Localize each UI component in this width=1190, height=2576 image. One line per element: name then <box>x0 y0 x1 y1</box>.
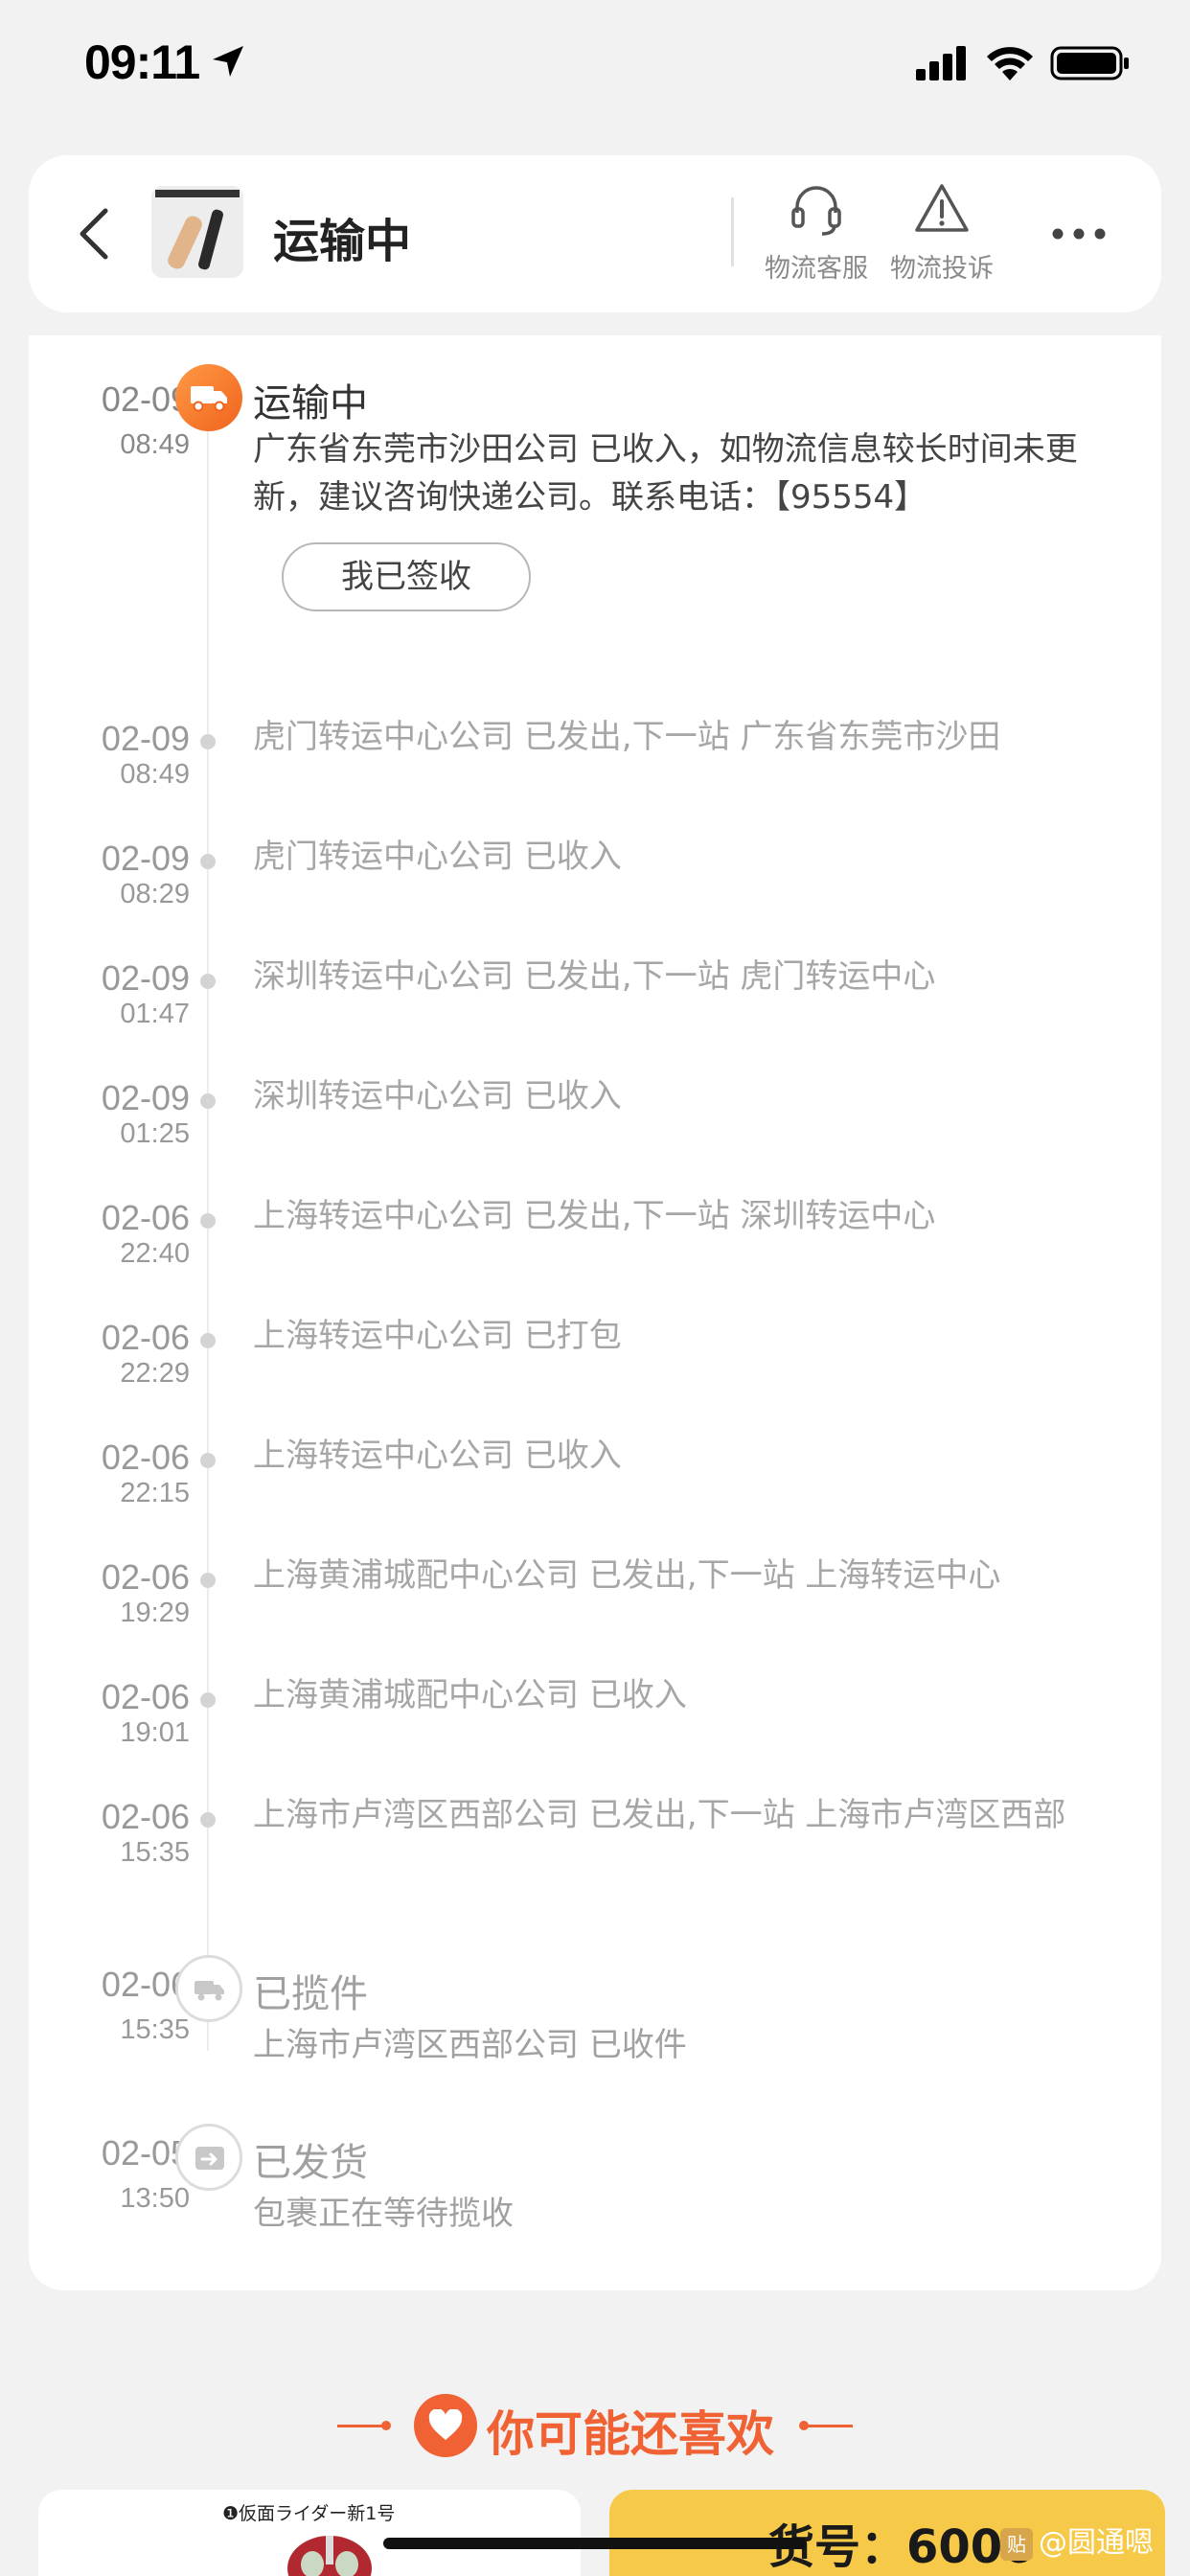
entry-time: 15:35 <box>120 1837 190 1868</box>
shipped-badge <box>175 2124 242 2191</box>
entry-text: 上海黄浦城配中心公司 已发出,下一站 上海转运中心 <box>253 1556 1001 1595</box>
status-time: 09:11 <box>84 35 200 89</box>
current-status-detail: 广东省东莞市沙田公司 已收入，如物流信息较长时间未更新，建议咨询快递公司。联系电… <box>253 430 1078 517</box>
recommendations-title: 你可能还喜欢 <box>487 2406 774 2462</box>
recommendations-header: 你可能还喜欢 <box>0 2382 1190 2469</box>
logistics-service-button[interactable]: 物流客服 <box>759 180 874 285</box>
watermark-badge: 贴 <box>1000 2527 1033 2561</box>
timeline-dot <box>200 1213 216 1229</box>
decor-dot-left <box>381 2421 391 2430</box>
entry-time: 15:35 <box>120 2014 190 2045</box>
entry-text: 上海市卢湾区西部公司 已发出,下一站 上海市卢湾区西部 <box>253 1796 1066 1834</box>
entry-time: 13:50 <box>120 2183 190 2214</box>
entry-text: 虎门转运中心公司 已收入 <box>253 838 622 876</box>
entry-time: 19:01 <box>120 1717 190 1748</box>
entry-time: 01:47 <box>120 999 190 1029</box>
entry-time: 22:40 <box>120 1238 190 1269</box>
entry-date: 02-06 <box>101 1557 190 1597</box>
entry-text: 上海转运中心公司 已收入 <box>253 1437 622 1475</box>
entry-time: 01:25 <box>120 1118 190 1149</box>
heart-badge <box>414 2394 477 2457</box>
entry-date: 02-09 <box>101 1078 190 1117</box>
logistics-complaint-button[interactable]: 物流投诉 <box>884 180 999 285</box>
milestone-desc: 包裹正在等待揽收 <box>253 2195 514 2233</box>
watermark-text: @圆通嗯 <box>1039 2526 1154 2560</box>
battery-icon <box>1050 46 1129 80</box>
entry-text: 上海黄浦城配中心公司 已收入 <box>253 1676 687 1714</box>
timeline-dot <box>200 1333 216 1348</box>
headset-icon <box>791 186 841 236</box>
entry-date: 02-06 <box>101 1318 190 1357</box>
entry-time: 08:49 <box>120 429 190 460</box>
entry-date: 02-09 <box>101 839 190 878</box>
product-thumbnail[interactable] <box>151 186 243 278</box>
timeline-dot <box>200 1812 216 1828</box>
timeline-dot <box>200 974 216 989</box>
logistics-timeline: 02-09 08:49 运输中 广东省东莞市沙田公司 已收入，如物流信息较长时间… <box>29 335 1161 2290</box>
entry-text: 虎门转运中心公司 已发出,下一站 广东省东莞市沙田 <box>253 718 1001 756</box>
package-out-icon <box>195 2147 224 2170</box>
timeline-dot <box>200 1573 216 1588</box>
entry-time: 22:15 <box>120 1478 190 1508</box>
logistics-complaint-label: 物流投诉 <box>890 254 994 284</box>
home-indicator[interactable] <box>383 2538 807 2549</box>
back-icon[interactable] <box>67 203 125 264</box>
wifi-icon <box>987 47 1033 80</box>
product-image-icon <box>151 186 243 278</box>
entry-date: 02-05 <box>101 2133 190 2173</box>
entry-time: 22:29 <box>120 1358 190 1389</box>
decor-line-right <box>805 2425 853 2427</box>
timeline-dot <box>200 734 216 749</box>
entry-text: 上海转运中心公司 已发出,下一站 深圳转运中心 <box>253 1197 936 1235</box>
entry-time: 08:49 <box>120 759 190 790</box>
more-icon[interactable] <box>1047 213 1110 255</box>
timeline-current-entry: 02-09 08:49 运输中 广东省东莞市沙田公司 已收入，如物流信息较长时间… <box>29 335 1161 652</box>
milestone-title: 已揽件 <box>253 1972 368 2016</box>
entry-date: 02-09 <box>101 719 190 758</box>
pickup-truck-icon <box>195 1981 224 2001</box>
entry-date: 02-06 <box>101 1198 190 1237</box>
pickup-badge <box>175 1955 242 2022</box>
entry-date: 02-06 <box>101 1438 190 1477</box>
header-divider <box>731 197 734 266</box>
watermark: 贴 @圆通嗯 <box>1000 2518 1154 2561</box>
confirm-received-button[interactable]: 我已签收 <box>282 542 531 611</box>
current-status-title: 运输中 <box>253 381 368 426</box>
product-caption: ❶仮面ライダー新1号 <box>222 2503 396 2524</box>
milestone-desc: 上海市卢湾区西部公司 已收件 <box>253 2026 687 2064</box>
rider-mask-image-icon <box>287 2536 372 2576</box>
header-card: 运输中 物流客服 物流投诉 <box>29 155 1161 312</box>
product-code: 货号：6006 <box>768 2520 1035 2574</box>
timeline-dot <box>200 1692 216 1708</box>
cellular-signal-icon <box>916 46 966 80</box>
entry-time: 19:29 <box>120 1598 190 1628</box>
entry-date: 02-06 <box>101 1677 190 1716</box>
truck-icon <box>191 386 227 412</box>
decor-line-left <box>337 2425 385 2427</box>
entry-text: 深圳转运中心公司 已收入 <box>253 1077 622 1116</box>
entry-date: 02-09 <box>101 380 190 419</box>
logistics-service-label: 物流客服 <box>765 254 868 284</box>
entry-date: 02-09 <box>101 958 190 998</box>
entry-date: 02-06 <box>101 1797 190 1836</box>
recommended-product-card[interactable]: ❶仮面ライダー新1号 <box>38 2490 581 2576</box>
heart-icon <box>428 2409 463 2440</box>
milestone-title: 已发货 <box>253 2141 368 2185</box>
in-transit-badge <box>175 364 242 431</box>
entry-text: 深圳转运中心公司 已发出,下一站 虎门转运中心 <box>253 957 936 996</box>
location-arrow-icon <box>213 46 243 77</box>
page-title: 运输中 <box>273 215 412 268</box>
timeline-dot <box>200 1453 216 1468</box>
timeline-dot <box>200 854 216 869</box>
warning-icon <box>915 184 969 232</box>
entry-time: 08:29 <box>120 879 190 909</box>
timeline-dot <box>200 1093 216 1109</box>
status-bar: 09:11 <box>0 0 1190 134</box>
entry-date: 02-06 <box>101 1965 190 2004</box>
entry-text: 上海转运中心公司 已打包 <box>253 1317 622 1355</box>
